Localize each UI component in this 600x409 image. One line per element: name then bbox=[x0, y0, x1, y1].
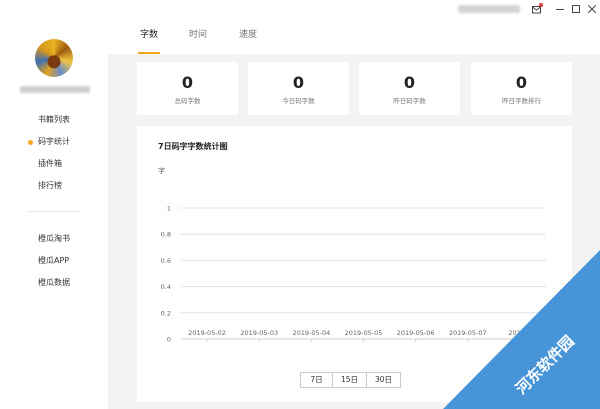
stat-label: 总码字数 bbox=[174, 97, 201, 105]
stat-card-yesterday-rank: 0 昨日字数排行 bbox=[471, 62, 572, 115]
tab-time[interactable]: 时间 bbox=[189, 18, 207, 54]
notification-dot bbox=[539, 3, 543, 7]
close-icon[interactable] bbox=[585, 1, 599, 17]
range-7-days-button[interactable]: 7日 bbox=[300, 372, 333, 388]
stat-label: 今日码字数 bbox=[282, 97, 315, 105]
user-account-blurred[interactable] bbox=[458, 5, 520, 13]
sidebar-divider bbox=[28, 211, 80, 212]
y-tick-label: 0.4 bbox=[161, 283, 171, 291]
sidebar-item-data[interactable]: 橙瓜数据 bbox=[0, 272, 108, 294]
chart-title: 7日码字字数统计图 bbox=[158, 142, 228, 151]
y-tick-label: 0.6 bbox=[161, 257, 171, 265]
maximize-icon[interactable] bbox=[569, 1, 583, 17]
sidebar-item-writing-stats[interactable]: 码字统计 bbox=[0, 131, 108, 153]
tab-word-count[interactable]: 字数 bbox=[138, 18, 160, 54]
minimize-icon[interactable] bbox=[553, 1, 567, 17]
stat-card-yesterday: 0 昨日码字数 bbox=[359, 62, 460, 115]
mail-icon[interactable] bbox=[530, 1, 544, 17]
sidebar-item-leaderboard[interactable]: 排行榜 bbox=[0, 175, 108, 197]
sidebar-item-book-list[interactable]: 书籍列表 bbox=[0, 109, 108, 131]
tab-speed[interactable]: 速度 bbox=[239, 18, 257, 54]
x-tick-label: 2019-0 bbox=[508, 329, 531, 337]
range-30-days-button[interactable]: 30日 bbox=[366, 372, 401, 388]
stat-value: 0 bbox=[181, 73, 194, 92]
x-tick-label: 2019-05-03 bbox=[240, 329, 278, 337]
stat-label: 昨日字数排行 bbox=[502, 97, 541, 105]
sidebar: 书籍列表 码字统计 插件箱 排行榜 橙瓜淘书 橙瓜APP 橙瓜数据 bbox=[0, 18, 108, 409]
stat-card-total: 0 总码字数 bbox=[137, 62, 238, 115]
sidebar-item-plugins[interactable]: 插件箱 bbox=[0, 153, 108, 175]
chart-y-unit: 字 bbox=[158, 167, 165, 175]
line-chart: 0 0.2 0.4 0.6 0.8 1 2019-05-02 2019-05-03 2019-0… bbox=[161, 205, 546, 344]
x-tick-label: 2019-05-06 bbox=[397, 329, 435, 337]
chart-panel: 0 0.2 0.4 0.6 0.8 1 2019-05-02 2019-05-03 2019-0… bbox=[137, 126, 572, 402]
y-tick-label: 1 bbox=[167, 205, 171, 213]
y-tick-label: 0.2 bbox=[161, 309, 171, 317]
x-tick-label: 2019-05-02 bbox=[188, 329, 226, 337]
title-bar bbox=[0, 0, 600, 18]
sidebar-nav-primary: 书籍列表 码字统计 插件箱 排行榜 bbox=[0, 109, 108, 197]
stat-value: 0 bbox=[292, 73, 305, 92]
sidebar-item-app[interactable]: 橙瓜APP bbox=[0, 250, 108, 272]
y-tick-label: 0 bbox=[167, 336, 171, 344]
username-blurred bbox=[20, 86, 90, 93]
y-tick-label: 0.8 bbox=[161, 231, 171, 239]
sidebar-item-book-store[interactable]: 橙瓜淘书 bbox=[0, 228, 108, 250]
stat-value: 0 bbox=[515, 73, 528, 92]
stats-tabs: 字数 时间 速度 bbox=[108, 18, 600, 54]
x-tick-label: 2019-05-05 bbox=[345, 329, 383, 337]
avatar[interactable] bbox=[35, 39, 73, 77]
range-button-group: 7日 15日 30日 bbox=[300, 372, 401, 388]
stat-value: 0 bbox=[403, 73, 416, 92]
range-15-days-button[interactable]: 15日 bbox=[332, 372, 367, 388]
stat-card-today: 0 今日码字数 bbox=[248, 62, 349, 115]
stat-label: 昨日码字数 bbox=[393, 97, 426, 105]
x-tick-label: 2019-05-07 bbox=[449, 329, 487, 337]
sidebar-nav-secondary: 橙瓜淘书 橙瓜APP 橙瓜数据 bbox=[0, 228, 108, 294]
x-tick-label: 2019-05-04 bbox=[292, 329, 330, 337]
